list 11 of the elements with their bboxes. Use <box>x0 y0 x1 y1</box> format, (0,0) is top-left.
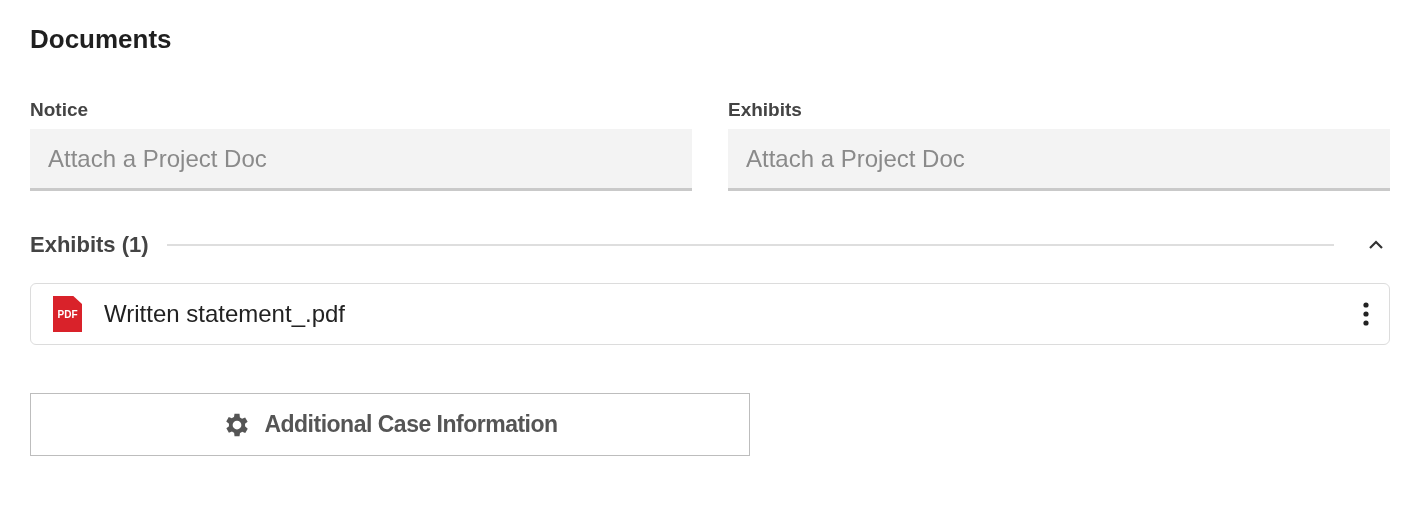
attach-field[interactable]: Attach a Project Doc <box>30 129 692 191</box>
more-vertical-icon <box>1363 302 1369 326</box>
pdf-file-icon: PDF <box>53 296 82 332</box>
section-title: Documents <box>30 24 173 55</box>
attach-field[interactable]: Attach a Project Doc <box>728 129 1390 191</box>
file-card[interactable]: PDF Written statement_.pdf <box>30 283 1390 345</box>
exhibits-heading: Exhibits (1) <box>30 232 149 258</box>
field-label: Notice <box>30 99 90 121</box>
field-label: Exhibits <box>728 99 803 121</box>
additional-info-button[interactable]: Additional Case Information <box>30 393 750 456</box>
file-name: Written statement_.pdf <box>104 300 346 328</box>
